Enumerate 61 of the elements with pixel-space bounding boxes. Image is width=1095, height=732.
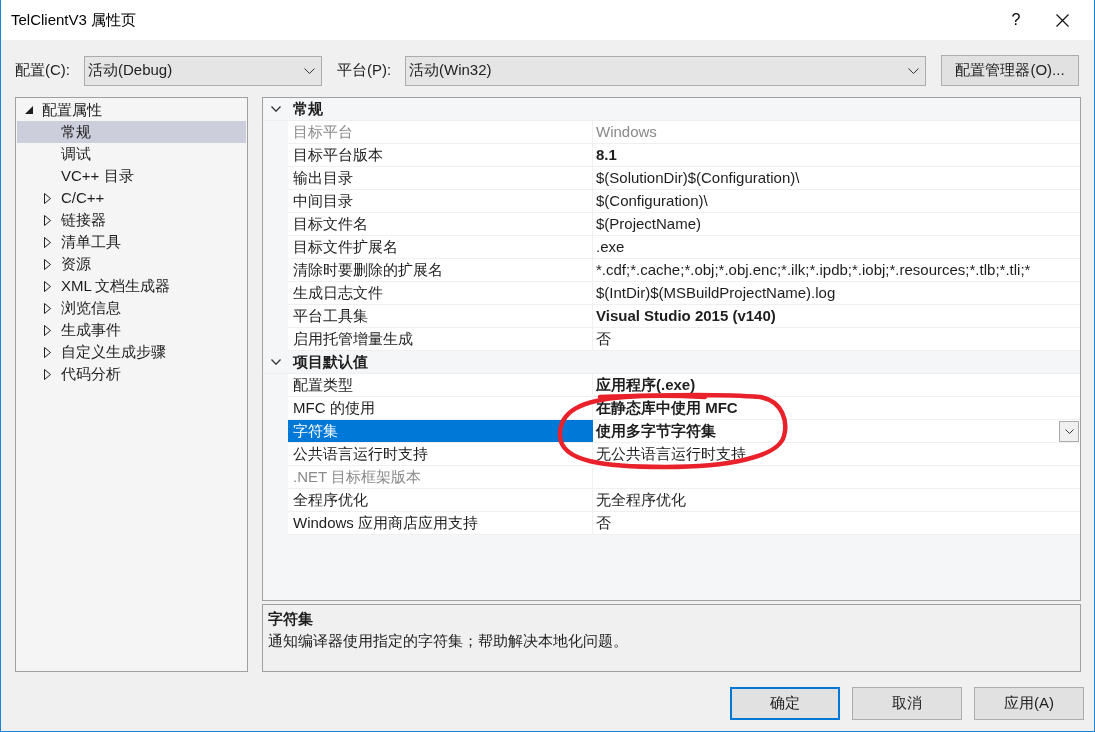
category-header[interactable]: 常规 [263,98,1080,121]
tree-item[interactable]: XML 文档生成器 [17,275,246,297]
property-value[interactable]: 在静态库中使用 MFC [596,396,738,420]
property-value[interactable]: 否 [596,511,611,535]
property-value[interactable]: $(Configuration)\ [596,189,708,213]
chevron-down-icon [908,67,919,74]
property-name[interactable]: 全程序优化 [288,489,593,511]
property-value[interactable]: $(IntDir)$(MSBuildProjectName).log [596,281,836,305]
description-title: 字符集 [268,609,313,629]
property-name[interactable]: 配置类型 [288,374,593,396]
property-name[interactable]: 输出目录 [288,167,593,189]
property-value[interactable]: *.cdf;*.cache;*.obj;*.obj.enc;*.ilk;*.ipdb;*.iobj;*.resources;*.tlb;*.tli;* [596,258,1031,282]
property-name[interactable]: 公共语言运行时支持 [288,443,593,465]
property-value[interactable]: 应用程序(.exe) [596,373,696,397]
property-value[interactable]: Visual Studio 2015 (v140) [596,304,776,328]
property-name[interactable]: 目标文件扩展名 [288,236,593,258]
platform-dropdown[interactable]: 活动(Win32) [405,55,926,86]
property-value[interactable]: 无全程序优化 [596,488,686,512]
dialog-button[interactable]: 应用(A) [974,687,1084,720]
configuration-manager-button[interactable]: 配置管理器(O)... [941,55,1079,86]
property-name[interactable]: 中间目录 [288,190,593,212]
tree-item[interactable]: 资源 [17,253,246,275]
tree-item[interactable]: C/C++ [17,187,246,209]
chevron-down-icon [1064,428,1074,434]
tree-item[interactable]: 配置属性 [17,99,246,121]
property-value[interactable]: 否 [596,327,611,351]
dialog-button[interactable]: 取消 [852,687,962,720]
tree-item[interactable]: 链接器 [17,209,246,231]
property-name[interactable]: Windows 应用商店应用支持 [288,512,593,534]
close-icon [1055,13,1069,27]
configuration-dropdown[interactable]: 活动(Debug) [84,55,322,86]
tree-item[interactable]: 自定义生成步骤 [17,341,246,363]
description-text: 通知编译器使用指定的字符集；帮助解决本地化问题。 [268,631,628,651]
property-name[interactable]: 平台工具集 [288,305,593,327]
tree-item[interactable]: VC++ 目录 [17,165,246,187]
dropdown-button[interactable] [1059,420,1079,442]
property-name[interactable]: 目标文件名 [288,213,593,235]
help-button[interactable]: ? [993,4,1039,36]
property-name[interactable]: 清除时要删除的扩展名 [288,259,593,281]
property-value[interactable]: $(SolutionDir)$(Configuration)\ [596,166,800,190]
tree-item[interactable]: 生成事件 [17,319,246,341]
tree-item[interactable]: 代码分析 [17,363,246,385]
tree-item[interactable]: 常规 [17,121,246,143]
tree-item[interactable]: 调试 [17,143,246,165]
property-name[interactable]: 字符集 [288,420,593,442]
field-label: 配置(C): [15,60,71,81]
property-value[interactable]: $(ProjectName) [596,212,702,236]
property-name[interactable]: 启用托管增量生成 [288,328,593,350]
property-name[interactable]: 目标平台版本 [288,144,593,166]
property-value[interactable]: 8.1 [596,143,617,167]
category-header[interactable]: 项目默认值 [263,351,1080,374]
chevron-down-icon [304,67,315,74]
dialog-button[interactable]: 确定 [730,687,840,720]
field-label: 平台(P): [337,60,393,81]
property-value[interactable]: .exe [596,235,625,259]
property-name[interactable]: MFC 的使用 [288,397,593,419]
property-value[interactable]: 使用多字节字符集 [596,419,716,443]
tree-item[interactable]: 清单工具 [17,231,246,253]
property-name[interactable]: 生成日志文件 [288,282,593,304]
window-title: TelClientV3 属性页 [11,9,137,30]
tree-item[interactable]: 浏览信息 [17,297,246,319]
